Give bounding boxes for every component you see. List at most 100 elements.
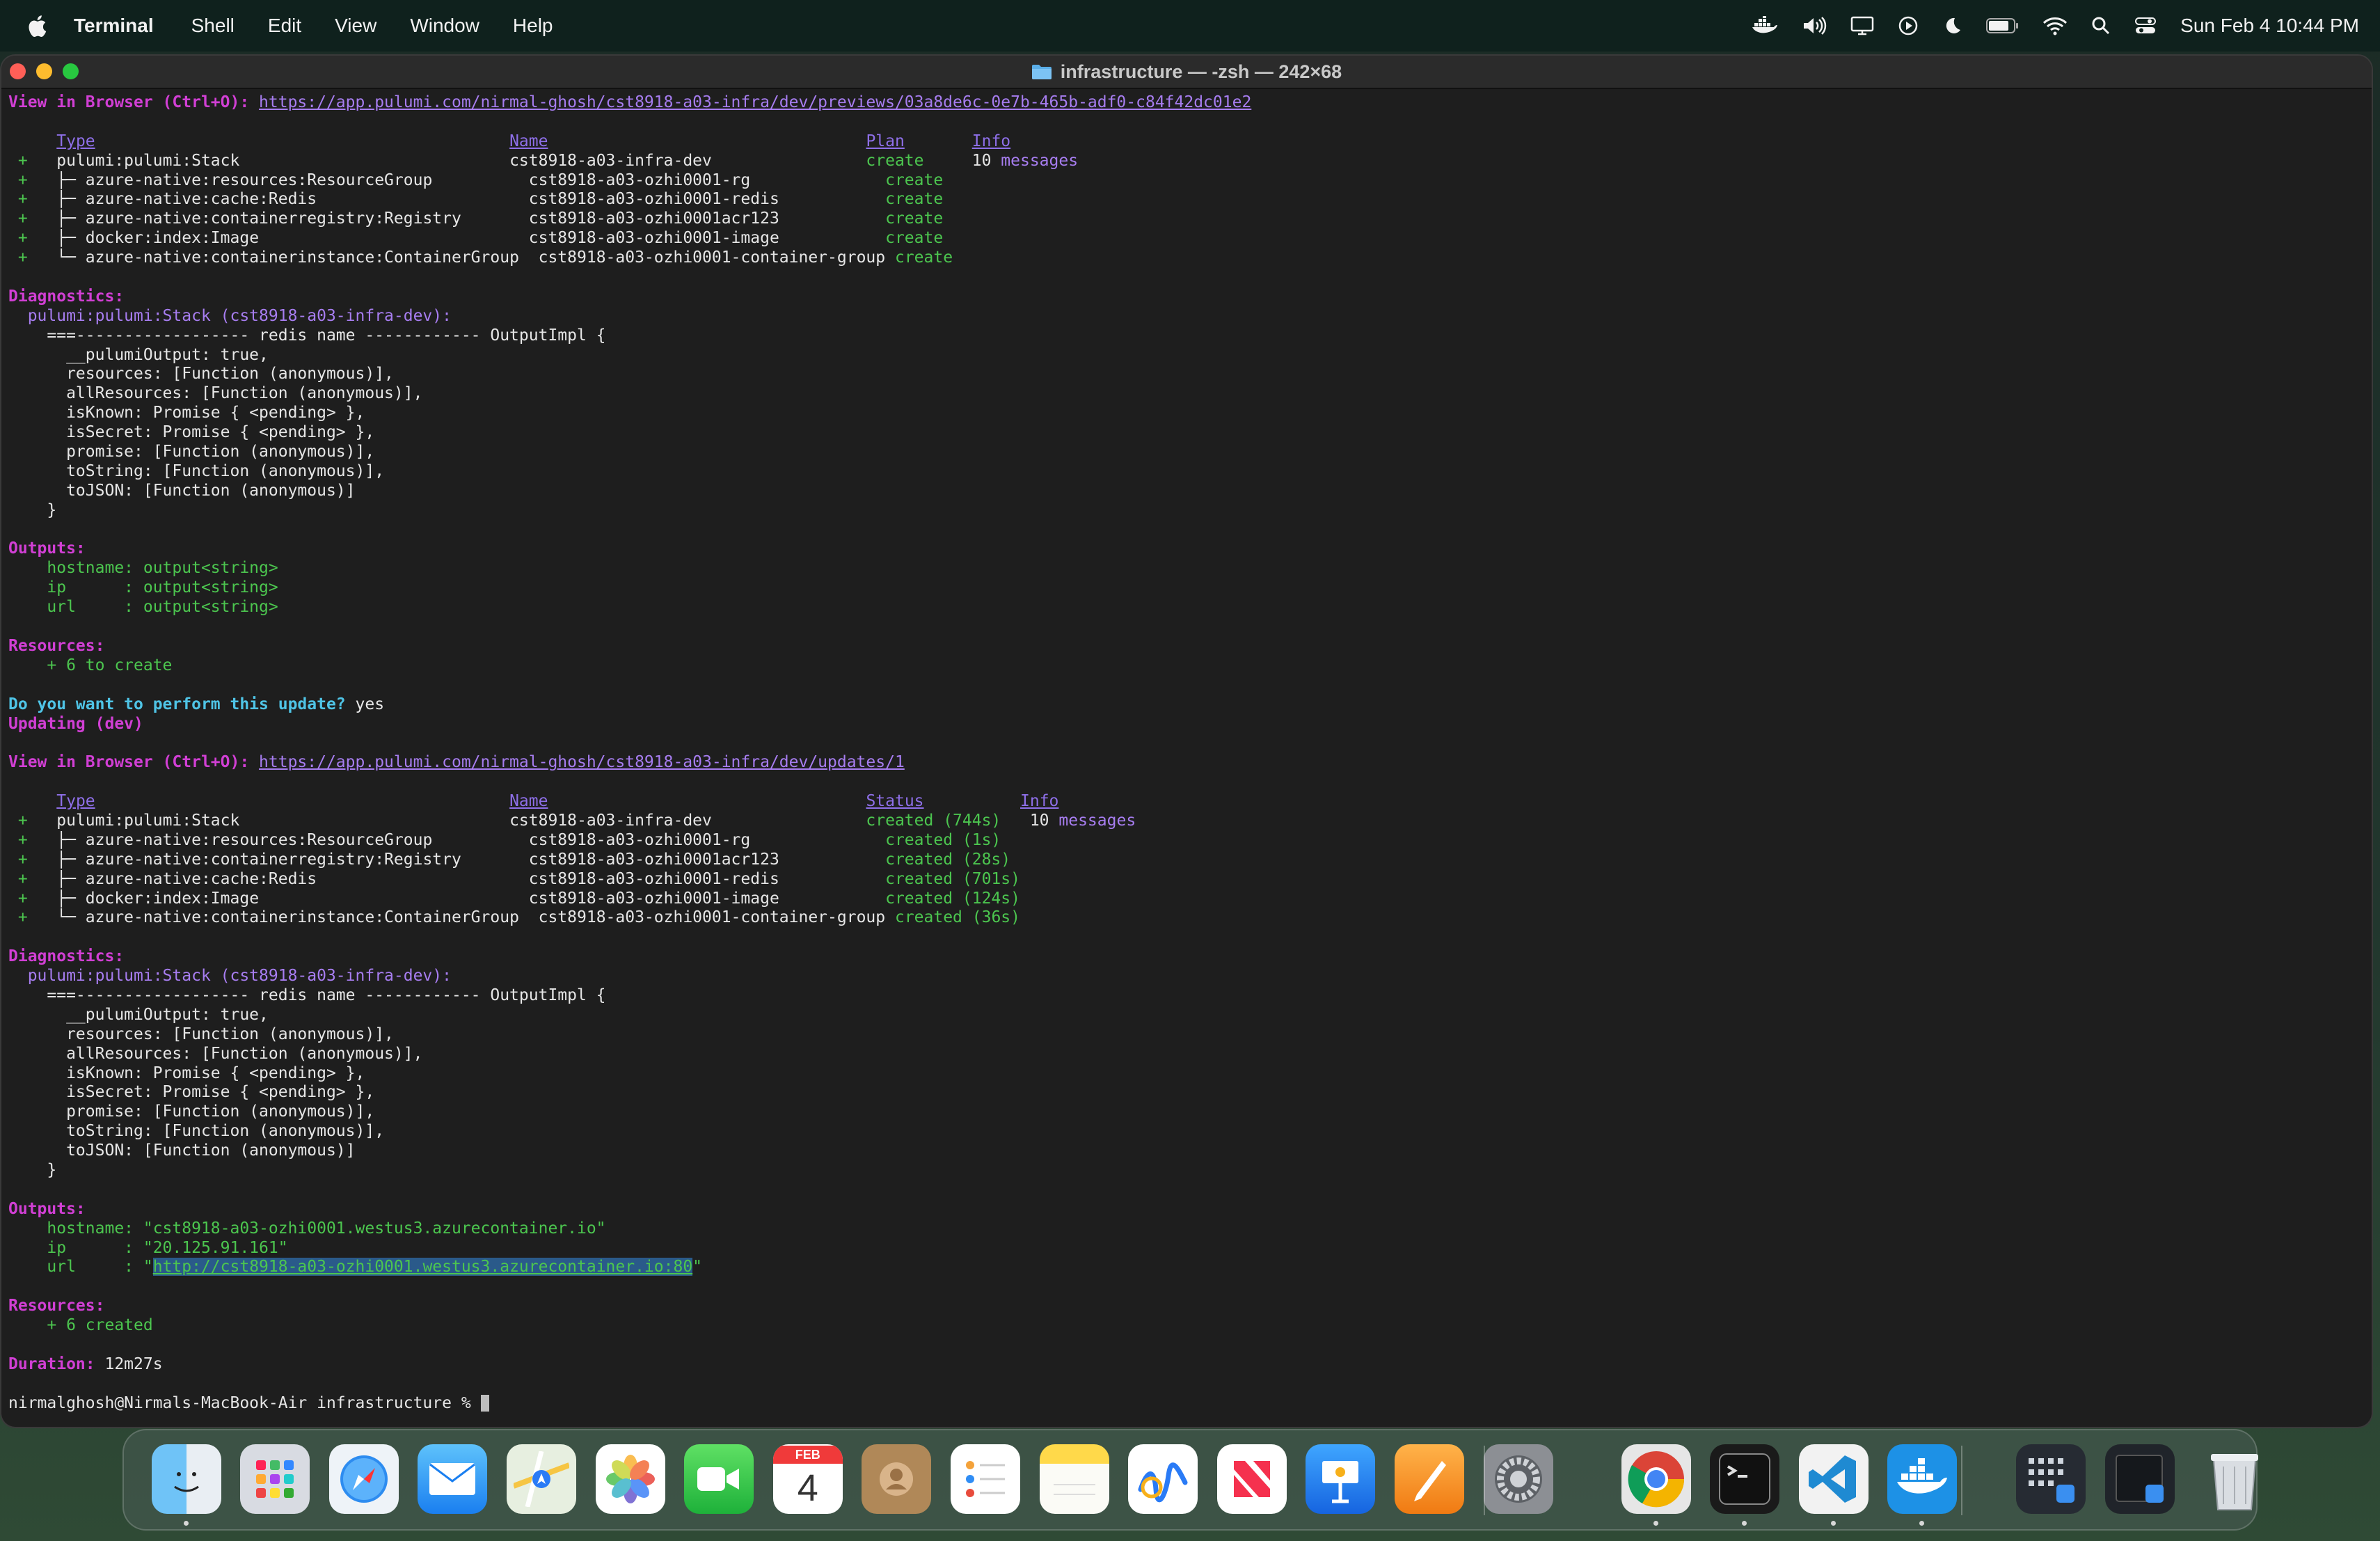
menu-shell[interactable]: Shell	[191, 15, 235, 37]
terminal-text: 10	[1001, 811, 1059, 830]
reminders-icon[interactable]	[951, 1444, 1020, 1514]
contacts-icon[interactable]	[862, 1444, 932, 1514]
terminal-line: + 6 to create	[8, 656, 2365, 676]
safari-icon[interactable]	[328, 1444, 399, 1514]
search-icon[interactable]	[2091, 16, 2111, 35]
terminal-text: Duration:	[8, 1354, 105, 1373]
terminal-text: +	[8, 151, 57, 170]
terminal-line: + ├─ azure-native:cache:Redis cst8918-a0…	[8, 190, 2365, 210]
terminal-line: isSecret: Promise { <pending> },	[8, 1083, 2365, 1103]
terminal-text: pulumi:pulumi:Stack (cst8918-a03-infra-d…	[8, 967, 452, 986]
terminal-line: Duration: 12m27s	[8, 1355, 2365, 1375]
terminal-text: +	[8, 190, 57, 209]
terminal-text: resources: [Function (anonymous)],	[8, 1025, 394, 1043]
running-indicator	[1830, 1521, 1836, 1526]
terminal-link[interactable]: https://app.pulumi.com/nirmal-ghosh/cst8…	[259, 93, 1251, 111]
terminal-text: Status	[866, 792, 924, 811]
vscode-icon[interactable]	[1798, 1444, 1869, 1514]
moon-icon[interactable]	[1942, 16, 1962, 35]
terminal-text: }	[8, 1160, 57, 1179]
terminal-line: promise: [Function (anonymous)],	[8, 1103, 2365, 1122]
terminal-output[interactable]: View in Browser (Ctrl+O): https://app.pu…	[8, 93, 2365, 1427]
recent-window-icon[interactable]	[2104, 1444, 2175, 1514]
terminal-text: ===------------------ redis name -------…	[8, 326, 606, 345]
finder-icon[interactable]	[151, 1444, 221, 1514]
freeform-icon[interactable]	[1128, 1444, 1198, 1514]
terminal-line: + └─ azure-native:containerinstance:Cont…	[8, 908, 2365, 928]
terminal-line: + pulumi:pulumi:Stack cst8918-a03-infra-…	[8, 812, 2365, 831]
selected-url-text[interactable]: http://cst8918-a03-ozhi0001.westus3.azur…	[152, 1258, 693, 1277]
wifi-icon[interactable]	[2042, 16, 2068, 35]
display-icon[interactable]	[1850, 16, 1874, 35]
terminal-text: View in Browser (Ctrl+O):	[8, 93, 260, 111]
terminal-text: allResources: [Function (anonymous)],	[8, 384, 423, 403]
terminal-link[interactable]: https://app.pulumi.com/nirmal-ghosh/cst8…	[259, 753, 905, 771]
menu-bar: Terminal Shell Edit View Window Help Sun…	[0, 0, 2380, 52]
menubar-clock[interactable]: Sun Feb 4 10:44 PM	[2180, 15, 2359, 37]
terminal-line: allResources: [Function (anonymous)],	[8, 1045, 2365, 1064]
menu-edit[interactable]: Edit	[268, 15, 301, 37]
pages-icon[interactable]	[1395, 1444, 1464, 1514]
terminal-line: Diagnostics:	[8, 287, 2365, 307]
photos-icon[interactable]	[595, 1444, 665, 1514]
terminal-line: ip : output<string>	[8, 578, 2365, 598]
terminal-line: }	[8, 1161, 2365, 1180]
terminal-line: + ├─ docker:index:Image cst8918-a03-ozhi…	[8, 890, 2365, 909]
maps-icon[interactable]	[507, 1444, 576, 1514]
calendar-icon[interactable]: FEB 4	[772, 1444, 843, 1514]
control-center-icon[interactable]	[2134, 16, 2157, 35]
terminal-text: +	[8, 869, 57, 888]
docker-icon[interactable]	[1887, 1444, 1958, 1514]
terminal-line: ===------------------ redis name -------…	[8, 326, 2365, 346]
play-icon[interactable]	[1898, 15, 1919, 36]
window-titlebar[interactable]: infrastructure — -zsh — 242×68	[1, 56, 2372, 89]
terminal-text: create	[894, 248, 953, 267]
facetime-icon[interactable]	[684, 1444, 754, 1514]
battery-icon[interactable]	[1985, 17, 2019, 35]
terminal-text: └─ azure-native:containerinstance:Contai…	[56, 248, 895, 267]
docker-icon[interactable]	[1752, 16, 1778, 35]
mail-icon[interactable]	[418, 1444, 488, 1514]
terminal-line: toJSON: [Function (anonymous)]	[8, 482, 2365, 501]
terminal-line: isSecret: Promise { <pending> },	[8, 423, 2365, 443]
terminal-text: toJSON: [Function (anonymous)]	[8, 481, 356, 500]
terminal-line: + ├─ azure-native:containerregistry:Regi…	[8, 851, 2365, 870]
menu-view[interactable]: View	[335, 15, 376, 37]
menu-app-name[interactable]: Terminal	[74, 15, 154, 37]
terminal-text: "	[692, 1258, 703, 1277]
terminal-text: allResources: [Function (anonymous)],	[8, 1044, 423, 1063]
news-icon[interactable]	[1216, 1444, 1287, 1514]
menu-help[interactable]: Help	[513, 15, 553, 37]
terminal-text: create	[866, 151, 924, 170]
terminal-text: ├─ docker:index:Image cst8918-a03-ozhi00…	[56, 229, 886, 248]
terminal-text: +	[8, 830, 57, 849]
menu-window[interactable]: Window	[410, 15, 479, 37]
terminal-line: pulumi:pulumi:Stack (cst8918-a03-infra-d…	[8, 967, 2365, 986]
launchpad-icon[interactable]	[240, 1444, 310, 1514]
system-settings-icon[interactable]	[1483, 1444, 1553, 1514]
terminal-text: Type	[56, 792, 95, 811]
dock-separator	[1484, 1446, 1485, 1515]
terminal-text: Resources:	[8, 636, 105, 655]
window-title-area: infrastructure — -zsh — 242×68	[1, 56, 2372, 88]
terminal-text: ├─ azure-native:resources:ResourceGroup …	[56, 171, 886, 189]
volume-icon[interactable]	[1802, 16, 1827, 35]
downloads-stack-icon[interactable]	[2016, 1444, 2086, 1514]
notes-icon[interactable]	[1039, 1444, 1109, 1514]
terminal-line: url : output<string>	[8, 598, 2365, 617]
terminal-text: +	[8, 210, 57, 228]
keynote-icon[interactable]	[1306, 1444, 1376, 1514]
terminal-icon[interactable]	[1710, 1444, 1780, 1514]
apple-menu-icon[interactable]	[26, 14, 47, 38]
terminal-text: Type	[56, 132, 95, 150]
trash-icon[interactable]	[2200, 1444, 2269, 1514]
terminal-text: nirmalghosh@Nirmals-MacBook-Air infrastr…	[8, 1393, 481, 1412]
running-indicator	[183, 1521, 189, 1526]
chrome-icon[interactable]	[1621, 1444, 1691, 1514]
